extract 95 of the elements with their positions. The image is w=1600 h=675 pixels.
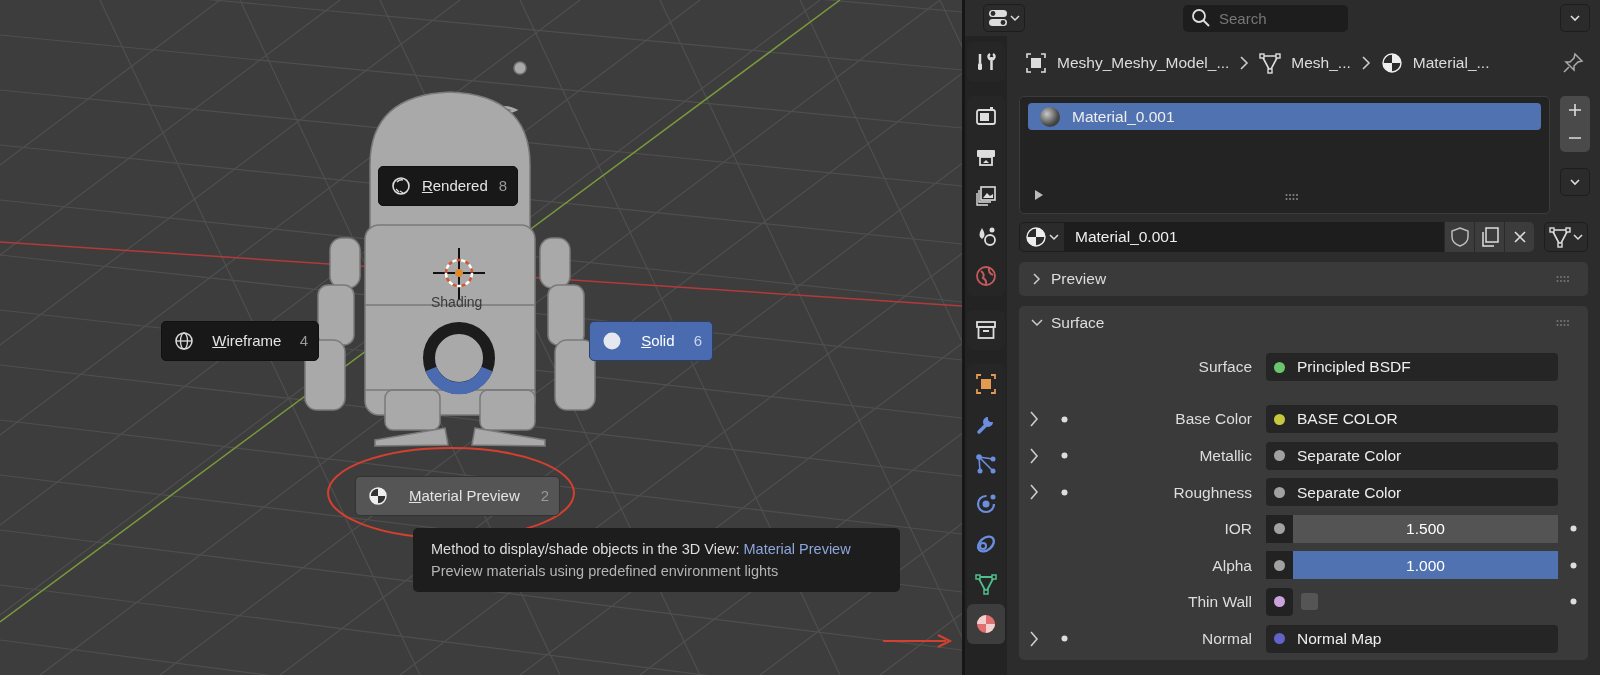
property-label: IOR	[1223, 519, 1253, 540]
keyframe-dot-icon[interactable]	[1060, 415, 1068, 423]
number-field[interactable]: 1.500	[1293, 514, 1558, 543]
shading-menu-item[interactable]: Wireframe 4	[161, 321, 319, 361]
node-link-field[interactable]: Normal Map	[1266, 624, 1558, 653]
property-label: Roughness	[1172, 482, 1253, 503]
chevron-down-icon	[1569, 176, 1581, 188]
pin-icon[interactable]	[1562, 52, 1584, 74]
node-link-field[interactable]: Separate Color	[1266, 441, 1558, 470]
chevron-right-icon[interactable]	[1029, 447, 1039, 464]
stacked-images-icon	[975, 185, 997, 207]
caret-icon	[1049, 232, 1059, 242]
chevron-down-icon	[1031, 317, 1043, 329]
plus-icon	[1568, 103, 1582, 117]
panel-header[interactable]: Surface	[1019, 306, 1588, 340]
link-icon	[975, 533, 997, 555]
node-link-field[interactable]: Principled BSDF	[1266, 353, 1558, 381]
checkbox[interactable]	[1301, 593, 1318, 611]
shield-icon	[1450, 227, 1469, 247]
connected-nodes-icon	[975, 453, 997, 475]
square-in-brackets-icon	[1025, 52, 1047, 74]
quartered-circle-icon	[368, 486, 388, 506]
property-label: Thin Wall	[1186, 592, 1253, 613]
caret-icon	[1573, 232, 1583, 242]
panel-header[interactable]: Preview	[1019, 262, 1588, 296]
breadcrumb-item: Material_...	[1412, 53, 1490, 74]
remove-slot-button[interactable]	[1560, 124, 1590, 152]
keyframe-dot-icon[interactable]	[1569, 598, 1577, 606]
node-link-field[interactable]: Separate Color	[1266, 478, 1558, 507]
property-label: Normal	[1201, 628, 1253, 649]
drag-grip-icon	[1556, 319, 1570, 327]
close-icon	[1512, 230, 1527, 244]
keyframe-dot-icon[interactable]	[1060, 635, 1068, 643]
search-field[interactable]: Search	[1183, 4, 1348, 32]
duplicate-material-button[interactable]	[1474, 222, 1504, 252]
unlink-material-button[interactable]	[1504, 222, 1534, 252]
material-slot[interactable]: Material_0.001	[1028, 103, 1541, 130]
toggle-icon	[988, 9, 1008, 27]
editor-type-button[interactable]	[983, 4, 1025, 32]
chevron-right-icon	[1360, 56, 1371, 70]
breadcrumb-item: Mesh_...	[1291, 53, 1351, 74]
properties-tab[interactable]	[967, 604, 1005, 644]
shading-menu-item[interactable]: Solid 6	[589, 321, 713, 361]
add-slot-button[interactable]	[1560, 96, 1590, 124]
property-label: Surface	[1197, 357, 1253, 378]
chevron-right-icon[interactable]	[1029, 411, 1039, 427]
chevron-down-icon	[1569, 12, 1581, 24]
archive-box-icon	[975, 319, 997, 341]
filled-circle-icon	[602, 331, 622, 351]
triangle-vertices-icon	[1259, 52, 1282, 74]
keyframe-dot-icon[interactable]	[1060, 452, 1068, 460]
resize-grip-icon[interactable]	[1284, 193, 1299, 201]
square-in-brackets-icon	[975, 373, 997, 395]
material-sphere-icon	[1040, 106, 1060, 127]
orbit-icon	[975, 493, 997, 515]
pie-menu-title: Shading	[431, 293, 483, 312]
caret-icon	[1010, 13, 1020, 23]
pointer-arrow	[882, 634, 953, 648]
triangle-vertices-icon	[1549, 226, 1571, 248]
keyframe-dot-icon[interactable]	[1569, 561, 1577, 569]
globe-icon	[975, 265, 997, 287]
screwdriver-wrench-icon	[975, 51, 997, 73]
options-dropdown-button[interactable]	[1560, 4, 1590, 32]
property-label: Metallic	[1198, 445, 1253, 466]
tooltip-text: Method to display/shade objects in the 3D View: Material Preview	[431, 540, 852, 559]
quartered-circle-icon	[975, 613, 997, 635]
fake-user-button[interactable]	[1444, 222, 1474, 252]
quartered-circle-icon	[1380, 52, 1403, 74]
chevron-right-icon[interactable]	[1029, 630, 1039, 647]
link-mode-button[interactable]	[1544, 222, 1588, 252]
play-triangle-icon[interactable]	[1034, 189, 1044, 201]
keyframe-dot-icon[interactable]	[1569, 525, 1577, 533]
shaded-sphere-icon	[391, 176, 411, 196]
tooltip-description: Preview materials using predefined environment lights	[431, 562, 780, 581]
keyframe-dot-icon[interactable]	[1060, 488, 1068, 496]
chevron-right-icon	[1031, 273, 1043, 285]
chevron-right-icon[interactable]	[1029, 484, 1039, 501]
slider-field[interactable]: 1.000	[1293, 551, 1558, 580]
material-name-field[interactable]: Material_0.001	[1065, 222, 1444, 252]
node-link-field[interactable]: BASE COLOR	[1266, 405, 1558, 433]
material-browse-button[interactable]	[1019, 222, 1065, 252]
breadcrumb-item: Meshy_Meshy_Model_...	[1057, 53, 1230, 74]
triangle-vertices-icon	[975, 573, 997, 595]
quartered-circle-icon	[1025, 226, 1047, 248]
copy-icon	[1479, 227, 1500, 247]
chevron-right-icon	[1239, 56, 1250, 70]
shading-menu-item[interactable]: Rendered 8	[378, 166, 518, 206]
camera-back-icon	[975, 105, 997, 127]
globe-icon	[174, 331, 194, 351]
property-label: Alpha	[1211, 555, 1253, 576]
slot-specials-button[interactable]	[1560, 168, 1590, 196]
drag-grip-icon	[1556, 275, 1570, 283]
shading-menu-item[interactable]: Material Preview 2	[355, 476, 560, 516]
search-icon	[1191, 8, 1211, 28]
property-label: Base Color	[1174, 409, 1253, 430]
